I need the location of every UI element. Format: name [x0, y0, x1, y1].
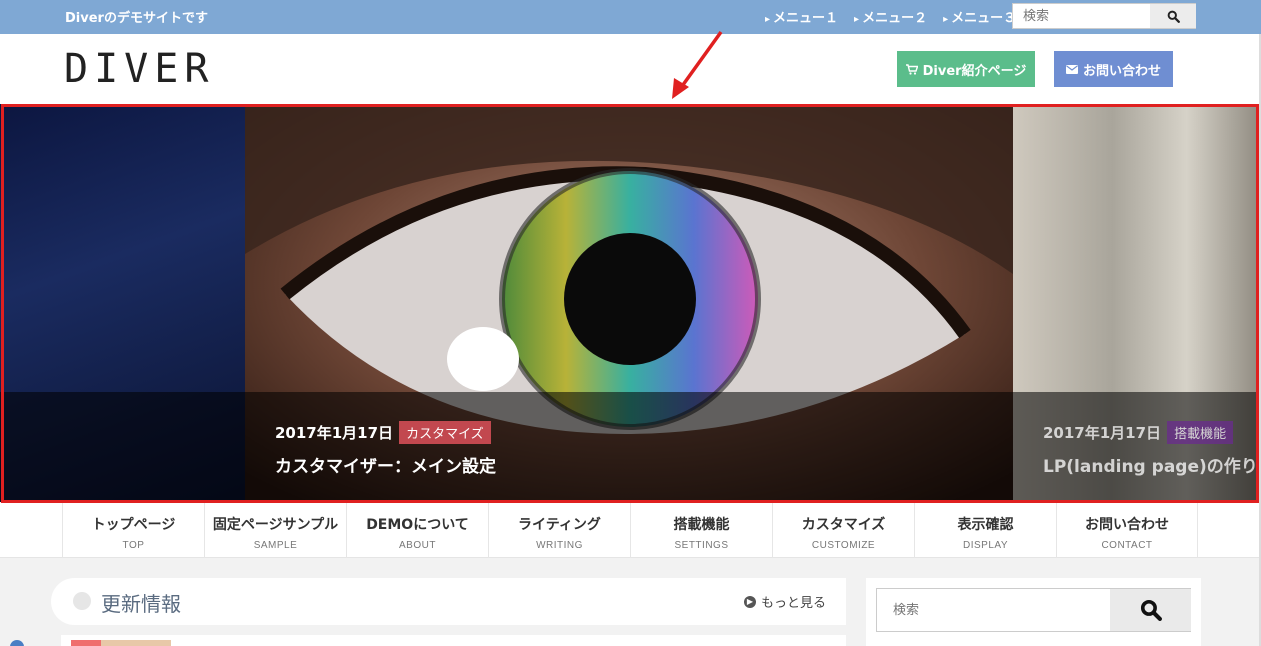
intro-page-button[interactable]: Diver紹介ページ	[897, 51, 1035, 87]
nav-item-label: 固定ページサンプル	[212, 517, 339, 533]
chevron-right-icon: ▶	[743, 595, 756, 608]
top-menu-item-3[interactable]: メニュー３	[943, 7, 1016, 26]
cart-icon	[905, 63, 918, 75]
top-search-button[interactable]	[1150, 4, 1196, 28]
news-header: 更新情報 ▶ もっと見る	[51, 578, 846, 625]
nav-item-customize[interactable]: カスタマイズ CUSTOMIZE	[772, 503, 914, 558]
nav-item-sublabel: WRITING	[536, 540, 583, 551]
nav-item-settings[interactable]: 搭載機能 SETTINGS	[630, 503, 772, 558]
nav-item-label: 搭載機能	[673, 517, 730, 533]
nav-item-top[interactable]: トップページ TOP	[62, 503, 204, 558]
nav-item-label: DEMOについて	[366, 517, 469, 533]
nav-item-about[interactable]: DEMOについて ABOUT	[346, 503, 488, 558]
intro-page-label: Diver紹介ページ	[922, 63, 1027, 79]
news-title: 更新情報	[101, 592, 181, 616]
slide-category-badge[interactable]: カスタマイズ	[399, 421, 491, 444]
slide-next-date: 2017年1月17日	[1043, 424, 1162, 442]
nav-item-label: 表示確認	[957, 517, 1014, 533]
slide-next-title[interactable]: LP(landing page)の作り方	[1043, 452, 1261, 477]
top-search-box	[1012, 3, 1196, 29]
top-bar: Diverのデモサイトです メニュー１ メニュー２ メニュー３	[0, 0, 1261, 34]
slide-caption-current[interactable]: 2017年1月17日 カスタマイズ カスタマイザー：メイン設定	[275, 421, 496, 477]
post-thumbnail[interactable]	[71, 640, 171, 646]
top-menu: メニュー１ メニュー２ メニュー３	[765, 7, 1016, 26]
nav-item-contact[interactable]: お問い合わせ CONTACT	[1056, 503, 1198, 558]
more-link-label: もっと見る	[760, 596, 826, 611]
nav-item-sample[interactable]: 固定ページサンプル SAMPLE	[204, 503, 346, 558]
envelope-icon	[1065, 64, 1078, 74]
top-search-input[interactable]	[1013, 4, 1149, 28]
site-header: DIVER Diver紹介ページ お問い合わせ	[0, 34, 1261, 104]
site-logo[interactable]: DIVER	[64, 46, 214, 92]
sidebar-search-button[interactable]	[1110, 589, 1191, 631]
nav-item-sublabel: TOP	[122, 540, 145, 551]
search-icon	[1167, 10, 1180, 23]
nav-item-sublabel: SAMPLE	[253, 540, 298, 551]
nav-item-sublabel: ABOUT	[399, 540, 436, 551]
nav-item-label: お問い合わせ	[1085, 517, 1169, 533]
slide-caption-next[interactable]: 2017年1月17日 搭載機能 LP(landing page)の作り方	[1043, 421, 1261, 477]
sidebar-search-input[interactable]	[877, 589, 1109, 631]
site-tagline: Diverのデモサイトです	[65, 11, 208, 26]
more-link[interactable]: ▶ もっと見る	[743, 592, 826, 611]
featured-slider[interactable]: 2017年1月17日 カスタマイズ カスタマイザー：メイン設定 2017年1月17…	[0, 104, 1261, 502]
slide-next-category-badge[interactable]: 搭載機能	[1167, 421, 1234, 444]
contact-button[interactable]: お問い合わせ	[1054, 51, 1173, 87]
nav-item-label: トップページ	[91, 517, 176, 533]
circle-icon	[73, 592, 91, 610]
nav-item-sublabel: CONTACT	[1101, 540, 1153, 551]
contact-label: お問い合わせ	[1082, 63, 1161, 79]
top-menu-item-1[interactable]: メニュー１	[765, 7, 838, 26]
sidebar-widget	[866, 578, 1201, 646]
nav-item-label: ライティング	[518, 517, 601, 533]
nav-item-sublabel: SETTINGS	[674, 540, 729, 551]
top-menu-item-2[interactable]: メニュー２	[854, 7, 927, 26]
global-nav: トップページ TOP 固定ページサンプル SAMPLE DEMOについて ABOUT …	[0, 503, 1261, 558]
nav-item-sublabel: DISPLAY	[963, 540, 1008, 551]
search-icon	[1140, 599, 1162, 621]
nav-item-label: カスタマイズ	[801, 517, 886, 533]
nav-item-sublabel: CUSTOMIZE	[811, 540, 876, 551]
nav-item-writing[interactable]: ライティング WRITING	[488, 503, 630, 558]
slide-date: 2017年1月17日	[275, 424, 394, 442]
scroll-top-icon[interactable]	[10, 640, 24, 646]
post-list	[61, 635, 846, 646]
slide-title[interactable]: カスタマイザー：メイン設定	[275, 452, 496, 477]
sidebar-search-box	[876, 588, 1191, 632]
nav-item-display[interactable]: 表示確認 DISPLAY	[914, 503, 1056, 558]
